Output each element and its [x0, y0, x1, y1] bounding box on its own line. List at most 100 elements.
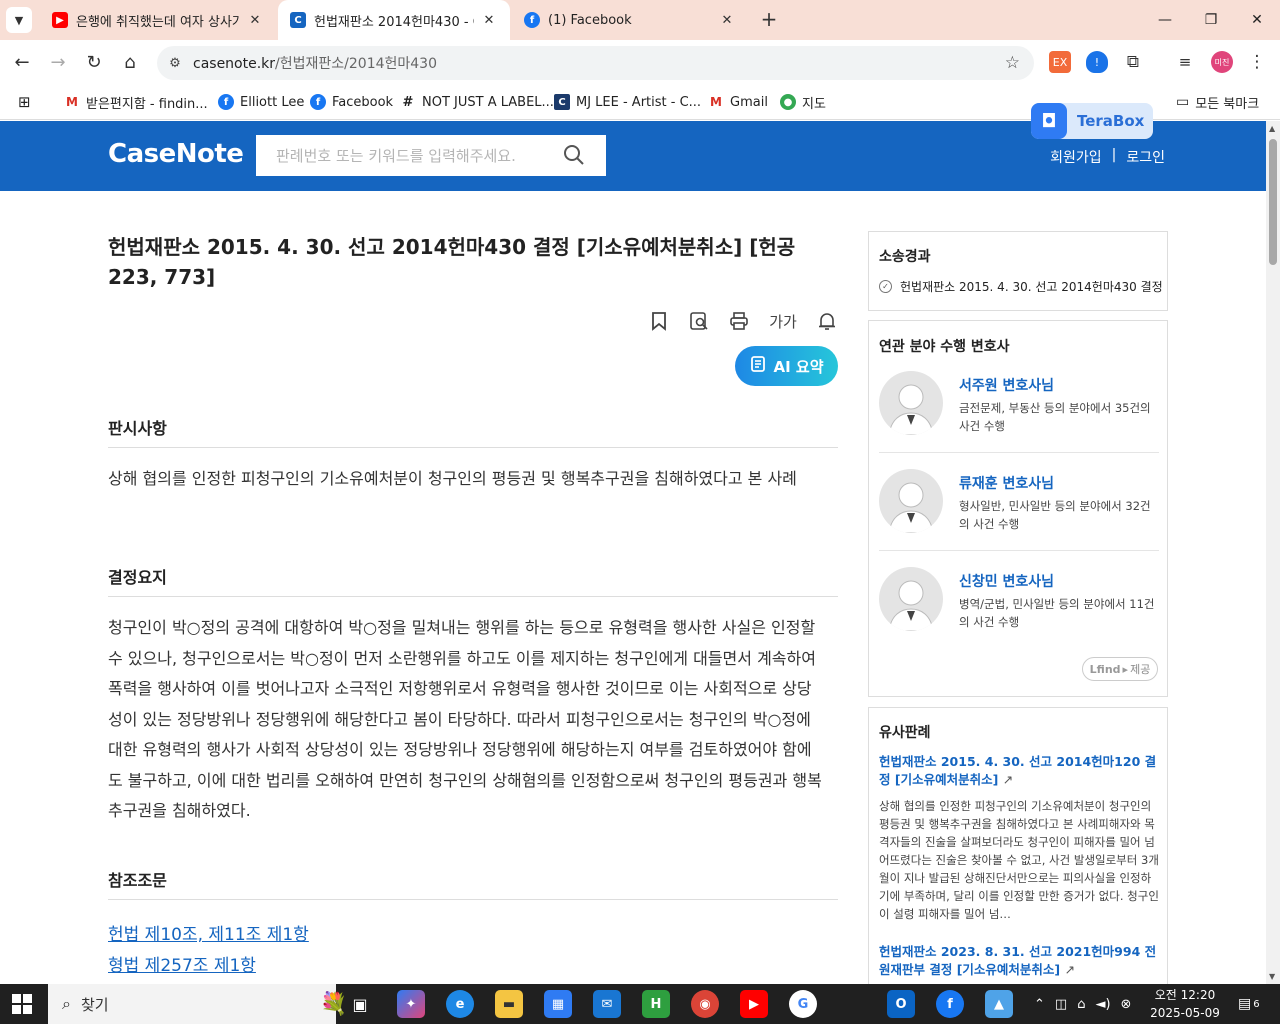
search-in-case-icon[interactable] — [688, 310, 710, 332]
profile-initials: 미진 — [1214, 57, 1230, 67]
bookmark-mj-lee[interactable]: C MJ LEE - Artist - C... — [554, 91, 701, 113]
print-icon[interactable] — [728, 310, 750, 332]
bookmark-label: NOT JUST A LABEL... — [422, 94, 554, 110]
network-icon[interactable]: ⌂ — [1077, 997, 1085, 1012]
bookmark-label: 받은편지함 - findin... — [86, 96, 208, 112]
copilot-icon[interactable]: ✦ — [397, 990, 425, 1018]
extension-ex-icon[interactable]: EX — [1049, 51, 1071, 73]
address-bar[interactable]: ⚙ casenote.kr/헌법재판소/2014헌마430 ☆ — [157, 46, 1034, 80]
extensions-puzzle-icon[interactable]: ⧉ — [1122, 51, 1144, 73]
tab-youtube[interactable]: ▶ 은행에 취직했는데 여자 상사가 ✕ — [40, 0, 276, 40]
scrollbar-thumb[interactable] — [1269, 139, 1277, 265]
windows-start-button[interactable] — [12, 994, 32, 1014]
close-tab-icon[interactable]: ✕ — [718, 13, 736, 28]
lfind-provided: 제공 — [1130, 663, 1151, 676]
tab-casenote[interactable]: C 헌법재판소 2014헌마430 - Cas ✕ — [278, 0, 510, 40]
youtube-icon[interactable]: ▶ — [740, 990, 768, 1018]
tab-search-button[interactable]: ▼ — [6, 7, 32, 33]
check-circle-icon: ✓ — [879, 280, 892, 293]
lfind-badge[interactable]: Lfind ▸ 제공 — [1082, 657, 1158, 681]
meet-icon[interactable]: ◫ — [1055, 997, 1067, 1012]
apps-grid-icon[interactable]: ⊞ — [18, 91, 31, 113]
lawyer-item[interactable]: 신창민 변호사님 병역/군법, 민사일반 등의 분야에서 11건의 사건 수행 — [879, 567, 1159, 657]
new-tab-button[interactable]: + — [757, 8, 781, 32]
law-ref-link[interactable]: 형법 제257조 제1항 — [108, 951, 256, 976]
lawyer-name[interactable]: 류재훈 변호사님 — [959, 473, 1054, 493]
search-icon[interactable] — [562, 143, 586, 171]
similar-case-link[interactable]: 헌법재판소 2023. 8. 31. 선고 2021헌마994 전원재판부 결정… — [879, 943, 1161, 979]
bookmark-inbox[interactable]: M 받은편지함 - findin... — [64, 91, 208, 113]
login-link[interactable]: 로그인 — [1126, 147, 1165, 167]
lawyer-name[interactable]: 서주원 변호사님 — [959, 375, 1054, 395]
edge-icon[interactable]: e — [446, 990, 474, 1018]
task-view-icon[interactable]: ▣ — [346, 990, 374, 1018]
close-tab-icon[interactable]: ✕ — [480, 13, 498, 28]
volume-icon[interactable]: ◄) — [1095, 997, 1110, 1012]
google-icon[interactable]: G — [789, 990, 817, 1018]
home-button[interactable]: ⌂ — [116, 48, 144, 76]
photos-icon[interactable]: ▲ — [985, 990, 1013, 1018]
h-app-icon[interactable]: H — [642, 990, 670, 1018]
case-title: 헌법재판소 2015. 4. 30. 선고 2014헌마430 결정 [기소유예… — [108, 235, 796, 289]
bookmark-gmail[interactable]: M Gmail — [708, 91, 768, 113]
media-control-icon[interactable]: ≡ — [1174, 51, 1196, 73]
case-search-input[interactable] — [256, 136, 556, 175]
close-tab-icon[interactable]: ✕ — [246, 13, 264, 28]
reload-button[interactable]: ↻ — [80, 48, 108, 76]
restore-button[interactable]: ❐ — [1188, 0, 1234, 40]
divider — [879, 452, 1159, 453]
back-button[interactable]: ← — [8, 48, 36, 76]
bookmark-icon[interactable] — [648, 310, 670, 332]
scroll-up-arrow[interactable]: ▲ — [1269, 124, 1275, 133]
lawyer-name[interactable]: 신창민 변호사님 — [959, 571, 1054, 591]
site-info-icon[interactable]: ⚙ — [165, 56, 185, 71]
lawyer-item[interactable]: 류재훈 변호사님 형사일반, 민사일반 등의 분야에서 32건의 사건 수행 — [879, 469, 1159, 559]
external-link-icon: ↗ — [1064, 962, 1075, 977]
document-icon — [749, 355, 767, 377]
close-window-button[interactable]: ✕ — [1234, 0, 1280, 40]
tray-chevron-icon[interactable]: ⌃ — [1034, 997, 1045, 1012]
similar-case-link[interactable]: 헌법재판소 2015. 4. 30. 선고 2014헌마120 결정 [기소유예… — [879, 753, 1161, 789]
outlook-icon[interactable]: O — [887, 990, 915, 1018]
ai-summary-button[interactable]: AI 요약 — [735, 346, 838, 386]
similar-cases-card: 유사판례 헌법재판소 2015. 4. 30. 선고 2014헌마120 결정 … — [868, 707, 1168, 997]
menu-icon[interactable]: ⋮ — [1246, 51, 1268, 73]
notification-center[interactable]: ▤ 6 — [1238, 984, 1260, 1024]
taskbar-search[interactable]: ⌕ 찾기 💐 — [48, 984, 347, 1024]
law-ref-link[interactable]: 헌법 제10조, 제11조 제1항 — [108, 920, 309, 945]
tab-strip: ▼ ▶ 은행에 취직했는데 여자 상사가 ✕ C 헌법재판소 2014헌마430… — [0, 0, 1280, 40]
file-explorer-icon[interactable]: ▬ — [495, 990, 523, 1018]
page-scrollbar[interactable]: ▲ ▼ — [1266, 121, 1280, 984]
bookmark-facebook[interactable]: f Facebook — [310, 91, 393, 113]
facebook-icon: f — [218, 94, 234, 110]
bookmark-elliott-lee[interactable]: f Elliott Lee — [218, 91, 304, 113]
lawyer-item[interactable]: 서주원 변호사님 금전문제, 부동산 등의 분야에서 35건의 사건 수행 — [879, 371, 1159, 461]
bookmark-star-icon[interactable]: ☆ — [1005, 53, 1020, 73]
scroll-down-arrow[interactable]: ▼ — [1269, 972, 1275, 981]
signup-link[interactable]: 회원가입 — [1050, 147, 1102, 167]
tab-facebook[interactable]: f (1) Facebook ✕ — [512, 0, 748, 40]
bookmark-label: MJ LEE - Artist - C... — [576, 94, 702, 110]
mail-icon[interactable]: ✉ — [593, 990, 621, 1018]
all-bookmarks[interactable]: ▭ 모든 북마크 — [1176, 91, 1259, 113]
alert-bell-icon[interactable] — [816, 310, 838, 332]
history-item[interactable]: ✓ 헌법재판소 2015. 4. 30. 선고 2014헌마430 결정 — [879, 278, 1163, 295]
minimize-button[interactable]: — — [1142, 0, 1188, 40]
facebook-icon[interactable]: f — [936, 990, 964, 1018]
store-icon[interactable]: ▦ — [544, 990, 572, 1018]
taskbar-clock[interactable]: 오전 12:20 2025-05-09 — [1148, 986, 1222, 1022]
terabox-extension-button[interactable]: ◘ TeraBox — [1031, 103, 1153, 139]
url-text: casenote.kr/헌법재판소/2014헌마430 — [193, 53, 437, 73]
bookmark-njal[interactable]: # NOT JUST A LABEL... — [400, 91, 554, 113]
mute-icon[interactable]: ⊗ — [1121, 997, 1132, 1012]
shield-extension-icon[interactable]: ! — [1086, 51, 1108, 73]
font-size-icon[interactable]: 가가 — [768, 310, 798, 332]
chrome-icon[interactable]: ◉ — [691, 990, 719, 1018]
profile-avatar[interactable]: 미진 — [1211, 51, 1233, 73]
tab-title: 헌법재판소 2014헌마430 - Cas — [314, 14, 474, 30]
terabox-icon: ◘ — [1031, 103, 1067, 139]
divider — [879, 550, 1159, 551]
forward-button[interactable]: → — [44, 48, 72, 76]
bookmark-maps[interactable]: ● 지도 — [780, 91, 826, 113]
casenote-logo[interactable]: CaseNote — [108, 139, 244, 169]
